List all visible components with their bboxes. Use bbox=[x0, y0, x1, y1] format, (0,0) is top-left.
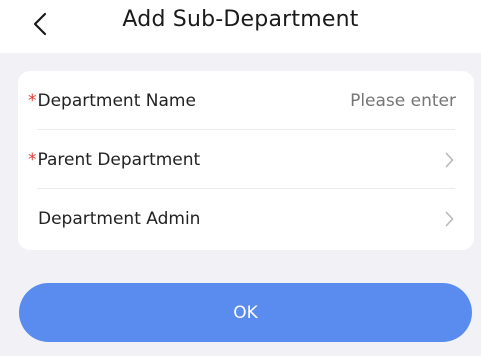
department-name-input[interactable] bbox=[296, 90, 456, 111]
page-title: Add Sub-Department bbox=[122, 7, 359, 32]
parent-department-row[interactable]: * Parent Department bbox=[18, 130, 474, 189]
department-name-label: Department Name bbox=[37, 90, 196, 111]
chevron-right-icon bbox=[442, 151, 456, 169]
header: Add Sub-Department bbox=[0, 0, 481, 53]
chevron-right-icon bbox=[442, 210, 456, 228]
form-card: * Department Name * Parent Department De… bbox=[18, 71, 474, 250]
required-mark: * bbox=[28, 149, 37, 170]
required-mark: * bbox=[28, 90, 37, 111]
department-admin-label: Department Admin bbox=[38, 208, 201, 229]
department-admin-row[interactable]: Department Admin bbox=[18, 189, 474, 248]
parent-department-label: Parent Department bbox=[37, 149, 201, 170]
department-name-row[interactable]: * Department Name bbox=[18, 71, 474, 130]
ok-button[interactable]: OK bbox=[19, 283, 472, 342]
